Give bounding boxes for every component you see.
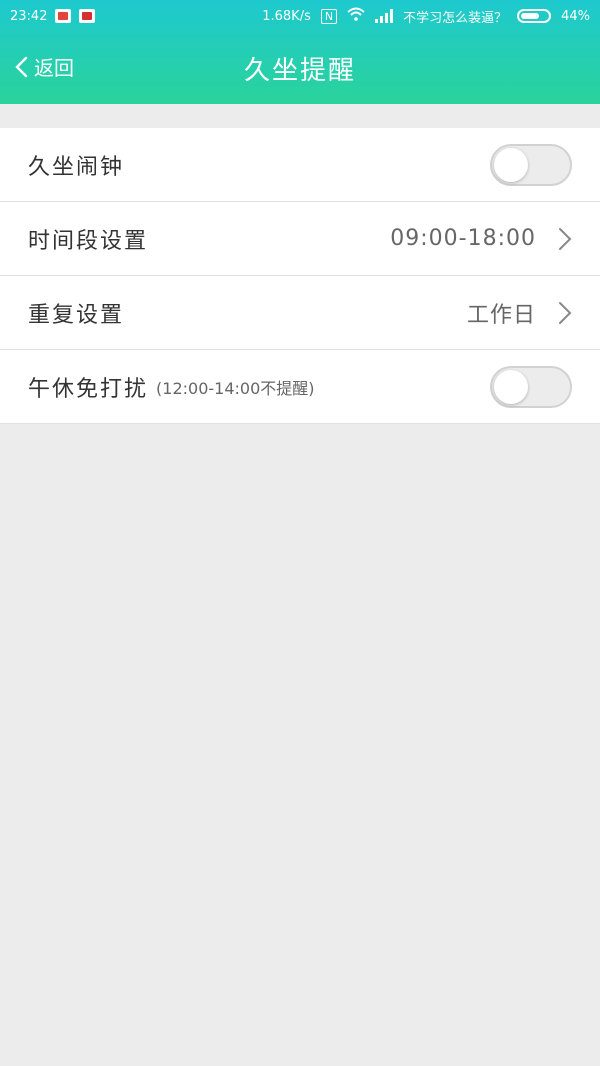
row-noon-dnd: 午休免打扰 (12:00-14:00不提醒) [0,350,600,424]
chevron-right-icon [559,301,572,324]
time-period-value: 09:00-18:00 [390,226,536,251]
title-bar: 返回 久坐提醒 [0,32,600,104]
row-time-period[interactable]: 时间段设置 09:00-18:00 [0,202,600,276]
app-notification-icon [79,9,96,23]
row-repeat[interactable]: 重复设置 工作日 [0,276,600,350]
status-time: 23:42 [10,8,48,24]
toggle-knob [494,147,528,182]
repeat-value: 工作日 [466,302,536,328]
nfc-icon: N [320,8,338,24]
sedentary-alarm-toggle[interactable] [490,143,572,186]
noon-dnd-toggle[interactable] [490,365,572,408]
app-header: 23:42 1.68K/s N 不学习怎么装逼？ 44% 返回 久坐提醒 [0,0,600,104]
row-sedentary-alarm: 久坐闹钟 [0,128,600,202]
row-label: 久坐闹钟 [28,154,125,180]
row-label: 时间段设置 [28,228,149,254]
page-title: 久坐提醒 [243,56,356,86]
mail-notification-icon [55,9,72,23]
toggle-knob [494,369,528,404]
carrier-text: 不学习怎么装逼？ [403,10,508,26]
status-bar: 23:42 1.68K/s N 不学习怎么装逼？ 44% [0,0,600,32]
signal-icon [375,9,394,23]
row-label: 午休免打扰 [28,376,149,402]
network-speed: 1.68K/s [262,8,311,24]
wifi-icon [347,7,365,25]
row-sublabel: (12:00-14:00不提醒) [156,378,315,398]
battery-icon [517,9,552,23]
row-label: 重复设置 [28,302,125,328]
settings-list: 久坐闹钟 时间段设置 09:00-18:00 重复设置 工作日 午休免打扰 (1… [0,128,600,424]
battery-text: 44% [561,8,590,24]
chevron-right-icon [559,227,572,250]
